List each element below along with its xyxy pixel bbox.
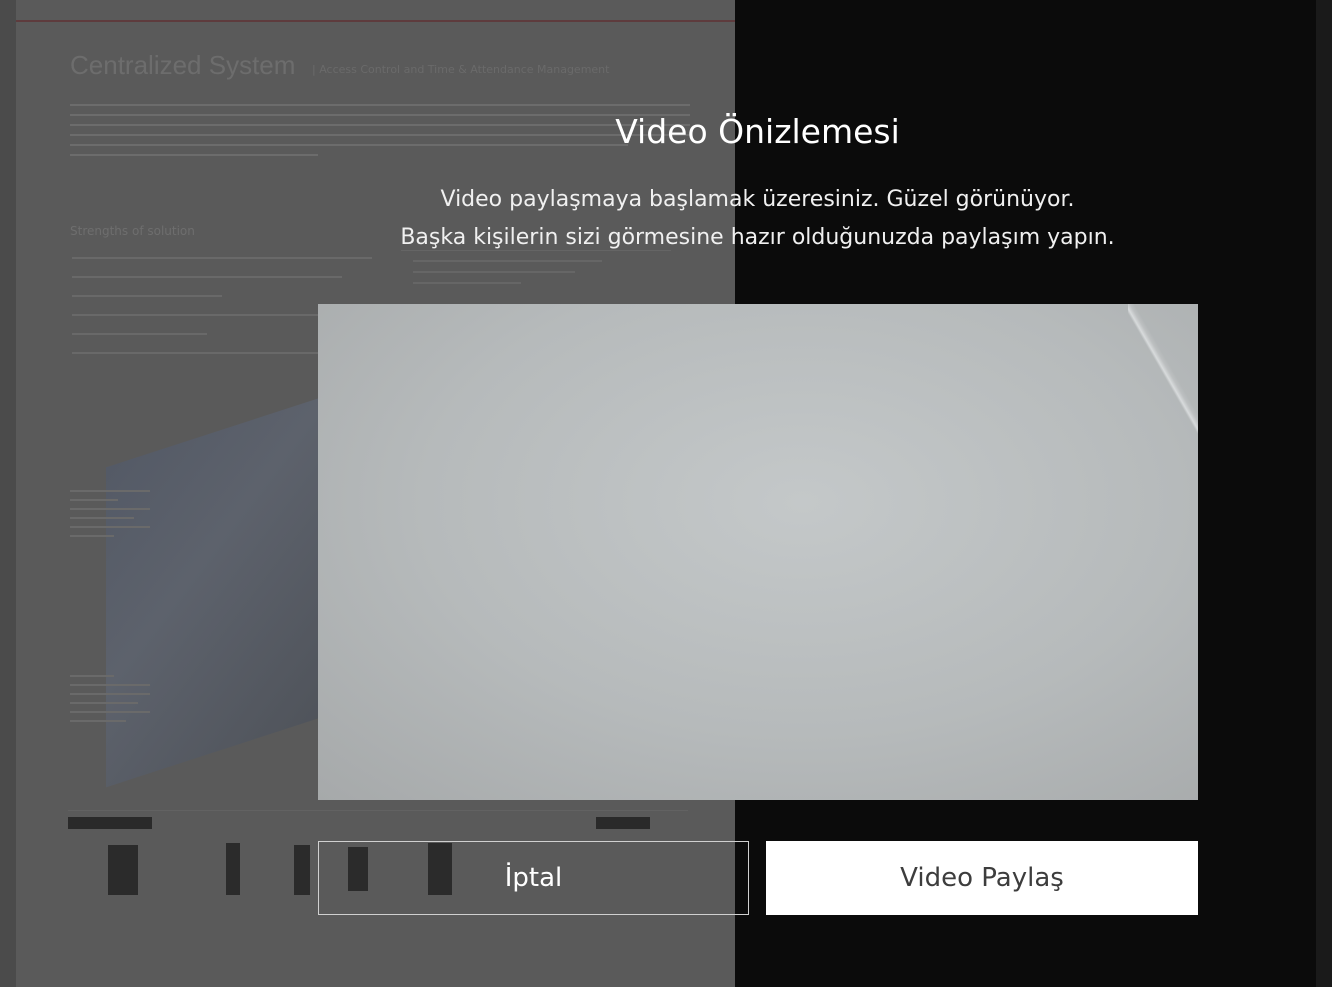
- window-edge: [1316, 0, 1332, 987]
- modal-description-line: Video paylaşmaya başlamak üzeresiniz. Gü…: [440, 187, 1075, 212]
- video-preview: [318, 304, 1198, 800]
- document-header-line: [16, 20, 735, 22]
- cancel-button[interactable]: İptal: [318, 841, 749, 915]
- document-spec-table: [401, 250, 671, 311]
- video-preview-edge: [1128, 304, 1198, 434]
- document-section-heading: Strengths of solution: [70, 224, 195, 238]
- modal-description: Video paylaşmaya başlamak üzeresiniz. Gü…: [336, 181, 1179, 257]
- document-side-note: [70, 490, 150, 544]
- document-side-note: [70, 675, 150, 729]
- document-title: Centralized System: [70, 50, 296, 80]
- modal-description-line: Başka kişilerin sizi görmesine hazır old…: [400, 225, 1115, 250]
- document-footer-tag: [68, 817, 152, 829]
- document-footer-tag: [596, 817, 650, 829]
- document-subtitle: | Access Control and Time & Attendance M…: [312, 63, 610, 76]
- share-video-button[interactable]: Video Paylaş: [766, 841, 1198, 915]
- modal-title: Video Önizlemesi: [615, 112, 900, 151]
